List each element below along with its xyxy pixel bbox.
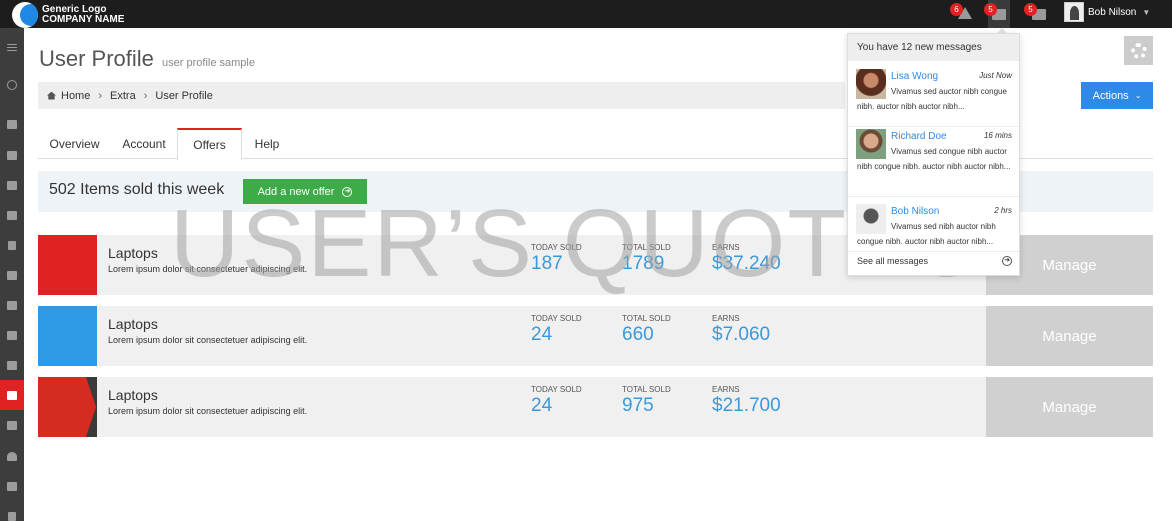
menu-toggle-icon[interactable] xyxy=(0,32,24,62)
offer-name[interactable]: Laptops xyxy=(108,387,158,403)
gift-active-icon[interactable] xyxy=(0,380,24,410)
logo-icon xyxy=(12,2,38,28)
offer-name[interactable]: Laptops xyxy=(108,245,158,261)
today-sold: TODAY SOLD 24 xyxy=(531,385,582,416)
cart-icon[interactable] xyxy=(0,140,24,170)
avatar xyxy=(1064,2,1084,22)
total-sold: TOTAL SOLD 975 xyxy=(622,385,671,416)
chevron-right-icon: › xyxy=(98,89,103,102)
home-icon[interactable] xyxy=(0,109,24,139)
message-time: 16 mins xyxy=(983,131,1012,140)
chevron-down-icon: ▼ xyxy=(1142,7,1151,17)
offer-desc: Lorem ipsum dolor sit consectetuer adipi… xyxy=(108,264,308,274)
breadcrumb-home[interactable]: Home xyxy=(61,90,90,102)
envelope-icon[interactable] xyxy=(0,320,24,350)
gear-icon xyxy=(1130,42,1147,59)
offer-image xyxy=(38,377,97,437)
settings-button[interactable] xyxy=(1124,36,1153,65)
page-title-text: User Profile xyxy=(39,46,154,71)
sold-text: 502 Items sold this week xyxy=(49,181,225,198)
search-icon[interactable] xyxy=(0,70,24,100)
tab-offers[interactable]: Offers xyxy=(177,128,242,160)
page-title: User Profile user profile sample xyxy=(39,46,255,72)
sitemap-icon[interactable] xyxy=(0,350,24,380)
message-item[interactable]: Bob Nilson 2 hrs Vivamus sed nibh auctor… xyxy=(848,204,1019,252)
logo-line2: COMPANY NAME xyxy=(42,14,125,25)
actions-button[interactable]: Actions ⌄ xyxy=(1081,82,1153,109)
offer-desc: Lorem ipsum dolor sit consectetuer adipi… xyxy=(108,406,308,416)
tasks-button[interactable]: 5 xyxy=(1024,3,1050,24)
sidebar xyxy=(0,28,24,521)
inbox-badge: 5 xyxy=(984,3,997,16)
message-time: Just Now xyxy=(979,71,1012,80)
earns: EARNS $37.240 xyxy=(712,243,781,274)
manage-button[interactable]: Manage xyxy=(986,377,1153,437)
offer-desc: Lorem ipsum dolor sit consectetuer adipi… xyxy=(108,335,308,345)
bookmark-icon[interactable] xyxy=(0,230,24,260)
chevron-down-icon: ⌄ xyxy=(1134,91,1142,100)
breadcrumb-extra[interactable]: Extra xyxy=(110,90,136,102)
page-subtitle: user profile sample xyxy=(162,57,255,69)
see-all-label: See all messages xyxy=(857,256,929,266)
today-sold: TODAY SOLD 24 xyxy=(531,314,582,345)
add-offer-label: Add a new offer xyxy=(257,185,335,198)
tasks-badge: 5 xyxy=(1024,3,1037,16)
tab-help[interactable]: Help xyxy=(242,128,292,159)
today-sold: TODAY SOLD 187 xyxy=(531,243,582,274)
actions-label: Actions xyxy=(1092,89,1129,102)
earns: EARNS $7.060 xyxy=(712,314,771,345)
arrow-circle-right-icon: ➜ xyxy=(1002,256,1012,266)
home-icon xyxy=(47,91,56,100)
notifications-button[interactable]: 6 xyxy=(950,3,976,24)
add-offer-button[interactable]: Add a new offer ➜ xyxy=(243,179,367,204)
puzzle-icon[interactable] xyxy=(0,260,24,290)
user-icon[interactable] xyxy=(0,441,24,471)
message-body: Vivamus sed congue nibh auctor nibh cong… xyxy=(857,147,1011,171)
messages-dropdown: You have 12 new messages Lisa Wong Just … xyxy=(847,28,1020,276)
message-sender: Lisa Wong xyxy=(891,71,939,82)
message-item[interactable]: Lisa Wong Just Now Vivamus sed auctor ni… xyxy=(848,69,1019,127)
tab-account[interactable]: Account xyxy=(111,128,177,159)
offer-name[interactable]: Laptops xyxy=(108,316,158,332)
messages-header: You have 12 new messages xyxy=(848,34,1019,61)
message-item[interactable]: Richard Doe 16 mins Vivamus sed congue n… xyxy=(848,129,1019,197)
earns: EARNS $21.700 xyxy=(712,385,781,416)
offer-image xyxy=(38,235,97,295)
notifications-badge: 6 xyxy=(950,3,963,16)
cogs-icon[interactable] xyxy=(0,200,24,230)
total-sold: TOTAL SOLD 1789 xyxy=(622,243,671,274)
top-navbar: Generic Logo COMPANY NAME 6 5 5 Bob Nils… xyxy=(0,0,1172,28)
chevron-right-icon: › xyxy=(143,89,148,102)
offer-image xyxy=(38,306,97,366)
gift-icon[interactable] xyxy=(0,170,24,200)
offer-row: Laptops Lorem ipsum dolor sit consectetu… xyxy=(38,306,1153,366)
user-menu[interactable]: Bob Nilson ▼ xyxy=(1064,2,1150,22)
table-icon[interactable] xyxy=(0,290,24,320)
grid-icon[interactable] xyxy=(0,471,24,501)
message-body: Vivamus sed auctor nibh congue nibh. auc… xyxy=(857,87,1007,111)
inbox-button[interactable]: 5 xyxy=(984,0,1010,28)
company-logo[interactable]: Generic Logo COMPANY NAME xyxy=(12,2,124,28)
see-all-messages-link[interactable]: See all messages ➜ xyxy=(857,256,1012,266)
user-name: Bob Nilson xyxy=(1088,6,1137,18)
message-body: Vivamus sed nibh auctor nibh congue nibh… xyxy=(857,222,996,246)
breadcrumb-current: User Profile xyxy=(155,89,213,102)
folder-icon[interactable] xyxy=(0,410,24,440)
arrow-circle-right-icon: ➜ xyxy=(342,186,353,197)
file-icon[interactable] xyxy=(0,501,24,521)
offer-row: Laptops Lorem ipsum dolor sit consectetu… xyxy=(38,377,1153,437)
message-sender: Richard Doe xyxy=(891,131,947,142)
manage-button[interactable]: Manage xyxy=(986,306,1153,366)
message-sender: Bob Nilson xyxy=(891,206,940,217)
total-sold: TOTAL SOLD 660 xyxy=(622,314,671,345)
breadcrumb: Home › Extra › User Profile xyxy=(38,82,845,109)
message-time: 2 hrs xyxy=(994,206,1012,215)
tab-overview[interactable]: Overview xyxy=(38,128,111,159)
